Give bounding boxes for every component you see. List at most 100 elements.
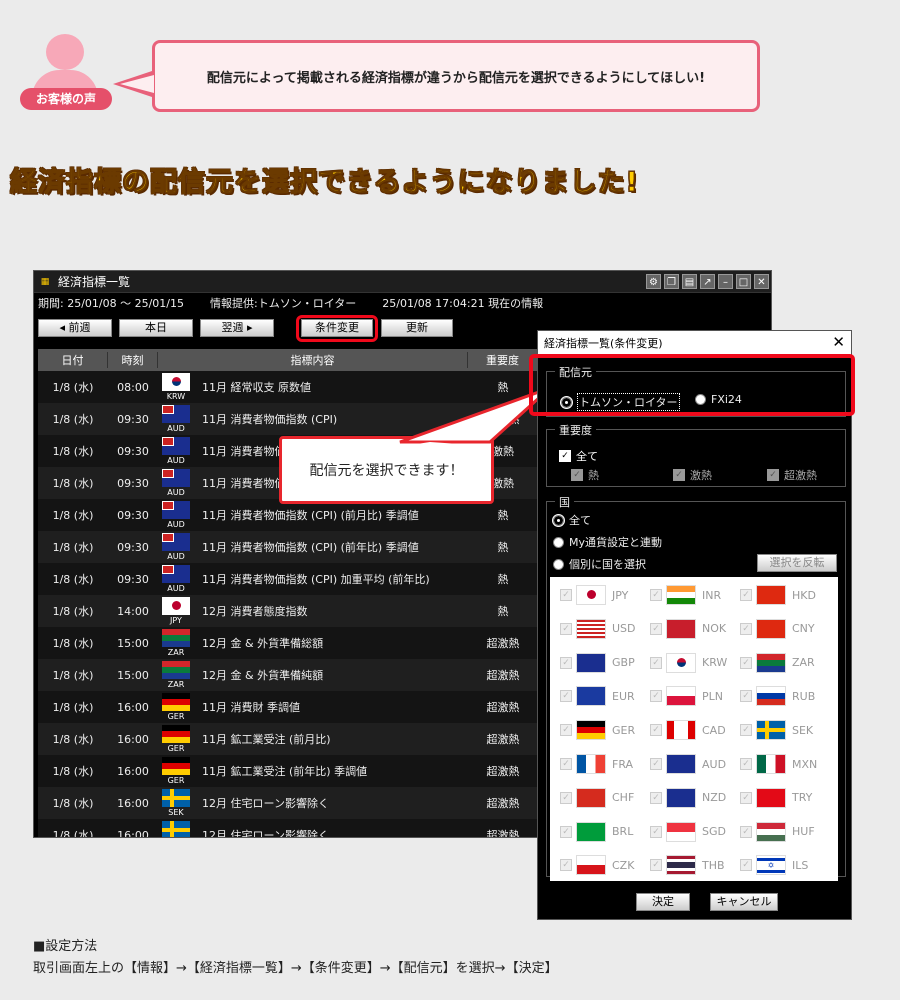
indicator-text: 11月 消費者物価指数 (CPI) xyxy=(202,413,338,426)
checkbox-icon: ✓ xyxy=(740,622,752,635)
country-flag-icon: KRW xyxy=(162,372,190,402)
country-item-mxn[interactable]: ✓ MXN xyxy=(740,754,817,774)
country-code: HUF xyxy=(792,825,815,839)
ok-button[interactable]: 決定 xyxy=(636,893,690,911)
invert-selection-button[interactable]: 選択を反転 xyxy=(757,554,837,572)
customer-voice-message: 配信元によって掲載される経済指標が違うから配信元を選択できるようにしてほしい! xyxy=(206,70,706,86)
country-item-cad[interactable]: ✓ CAD xyxy=(650,720,726,741)
country-flag-icon: AUD xyxy=(162,436,190,466)
popout-icon[interactable]: ↗ xyxy=(700,274,715,289)
country-item-inr[interactable]: ✓ INR xyxy=(650,585,721,605)
country-code: SGD xyxy=(702,825,726,839)
column-header[interactable]: 指標内容 xyxy=(158,352,468,368)
country-item-pln[interactable]: ✓ PLN xyxy=(650,686,723,707)
close-icon[interactable]: ✕ xyxy=(832,333,845,351)
indicator-text: 12月 金 & 外貨準備総額 xyxy=(202,637,324,650)
table-row[interactable]: 1/8 (水) 16:00 SEK 12月 住宅ローン影響除く 超激熱 xyxy=(38,819,538,838)
currency-code: AUD xyxy=(167,520,185,529)
country-item-hkd[interactable]: ✓ HKD xyxy=(740,585,816,605)
time-cell: 16:00 xyxy=(117,828,149,838)
time-cell: 16:00 xyxy=(117,700,149,714)
content-cell: SEK 12月 住宅ローン影響除く xyxy=(158,788,468,818)
country-flag-icon xyxy=(756,720,786,741)
country-each-radio[interactable]: 個別に国を選択 xyxy=(553,556,646,572)
country-code: BRL xyxy=(612,825,634,839)
time-cell: 09:30 xyxy=(117,444,149,458)
country-item-sgd[interactable]: ✓ SGD xyxy=(650,821,726,842)
country-item-ger[interactable]: ✓ GER xyxy=(560,720,635,741)
copy-icon[interactable]: ❐ xyxy=(664,274,679,289)
importance-cell: 超激熱 xyxy=(486,829,520,838)
indicator-text: 11月 鉱工業受注 (前年比) 季調値 xyxy=(202,765,368,778)
country-item-huf[interactable]: ✓ HUF xyxy=(740,821,815,842)
country-item-ils[interactable]: ✓ ✡ ILS xyxy=(740,855,808,876)
country-flag-icon: ✡ xyxy=(756,855,786,876)
country-item-zar[interactable]: ✓ ZAR xyxy=(740,652,815,673)
indicator-text: 11月 消費者物価指数 (CPI) (前年比) 季調値 xyxy=(202,541,419,554)
country-item-aud[interactable]: ✓ AUD xyxy=(650,754,726,774)
country-item-try[interactable]: ✓ TRY xyxy=(740,787,812,808)
country-item-jpy[interactable]: ✓ JPY xyxy=(560,585,628,605)
time-cell: 16:00 xyxy=(117,796,149,810)
print-icon[interactable]: ▤ xyxy=(682,274,697,289)
country-item-usd[interactable]: ✓ USD xyxy=(560,618,636,639)
country-my-radio[interactable]: My通貨設定と連動 xyxy=(553,534,662,550)
date-cell: 1/8 (水) xyxy=(52,733,94,746)
prev-week-button[interactable]: ◂ 前週 xyxy=(38,319,112,337)
country-flag-icon: GER xyxy=(162,692,190,722)
importance-all-checkbox[interactable]: ✓ 全て xyxy=(559,448,598,464)
today-button[interactable]: 本日 xyxy=(119,319,193,337)
country-item-nzd[interactable]: ✓ NZD xyxy=(650,787,726,808)
table-row[interactable]: 1/8 (水) 14:00 JPY 12月 消費者態度指数 熱 xyxy=(38,595,538,627)
country-code: HKD xyxy=(792,588,816,602)
minimize-icon[interactable]: – xyxy=(718,274,733,289)
country-flag-icon xyxy=(756,585,786,605)
headline: 経済指標の配信元を選択できるようになりました! xyxy=(10,167,639,199)
country-code: USD xyxy=(612,622,636,636)
column-header[interactable]: 重要度 xyxy=(468,352,538,368)
refresh-button[interactable]: 更新 xyxy=(381,319,453,337)
column-header[interactable]: 時刻 xyxy=(108,352,158,368)
importance-netsu-checkbox[interactable]: ✓ 熱 xyxy=(571,467,599,483)
country-flag-icon xyxy=(666,787,696,808)
country-item-sek[interactable]: ✓ SEK xyxy=(740,720,813,741)
country-item-gbp[interactable]: ✓ GBP xyxy=(560,652,635,673)
country-item-krw[interactable]: ✓ KRW xyxy=(650,652,727,673)
country-item-fra[interactable]: ✓ FRA xyxy=(560,754,633,774)
country-flag-icon: JPY xyxy=(162,596,190,626)
table-row[interactable]: 1/8 (水) 09:30 AUD 11月 消費者物価指数 (CPI) (前年比) 季… xyxy=(38,531,538,563)
country-code: CNY xyxy=(792,622,815,636)
country-item-brl[interactable]: ✓ BRL xyxy=(560,821,634,842)
importance-gekinetsu-checkbox[interactable]: ✓ 激熱 xyxy=(673,467,712,483)
checkbox-icon: ✓ xyxy=(560,758,572,770)
importance-cell: 熱 xyxy=(497,541,509,554)
country-flag-icon xyxy=(576,754,606,774)
country-flag-icon xyxy=(576,787,606,808)
highlight-frame xyxy=(529,354,855,416)
country-all-radio[interactable]: 全て xyxy=(553,512,591,528)
country-item-rub[interactable]: ✓ RUB xyxy=(740,686,815,707)
gear-icon[interactable]: ⚙ xyxy=(646,274,661,289)
country-item-chf[interactable]: ✓ CHF xyxy=(560,787,634,808)
country-flag-icon: ZAR xyxy=(162,628,190,658)
cancel-button[interactable]: キャンセル xyxy=(710,893,778,911)
content-cell: GER 11月 消費財 季調値 xyxy=(158,692,468,722)
country-item-czk[interactable]: ✓ CZK xyxy=(560,855,634,876)
table-row[interactable]: 1/8 (水) 16:00 GER 11月 鉱工業受注 (前年比) 季調値 超激熱 xyxy=(38,755,538,787)
table-row[interactable]: 1/8 (水) 15:00 ZAR 12月 金 & 外貨準備総額 超激熱 xyxy=(38,627,538,659)
table-row[interactable]: 1/8 (水) 16:00 GER 11月 鉱工業受注 (前月比) 超激熱 xyxy=(38,723,538,755)
close-icon[interactable]: ✕ xyxy=(754,274,769,289)
next-week-button[interactable]: 翌週 ▸ xyxy=(200,319,274,337)
checkbox-icon: ✓ xyxy=(650,690,662,703)
maximize-icon[interactable]: □ xyxy=(736,274,751,289)
table-row[interactable]: 1/8 (水) 09:30 AUD 11月 消費者物価指数 (CPI) 加重平均 (前… xyxy=(38,563,538,595)
importance-chogekinetsu-checkbox[interactable]: ✓ 超激熱 xyxy=(767,467,817,483)
country-item-cny[interactable]: ✓ CNY xyxy=(740,618,815,639)
table-row[interactable]: 1/8 (水) 15:00 ZAR 12月 金 & 外貨準備純額 超激熱 xyxy=(38,659,538,691)
column-header[interactable]: 日付 xyxy=(38,352,108,368)
country-item-eur[interactable]: ✓ EUR xyxy=(560,686,635,707)
country-item-nok[interactable]: ✓ NOK xyxy=(650,618,726,639)
table-row[interactable]: 1/8 (水) 16:00 GER 11月 消費財 季調値 超激熱 xyxy=(38,691,538,723)
country-item-thb[interactable]: ✓ THB xyxy=(650,855,725,876)
table-row[interactable]: 1/8 (水) 16:00 SEK 12月 住宅ローン影響除く 超激熱 xyxy=(38,787,538,819)
